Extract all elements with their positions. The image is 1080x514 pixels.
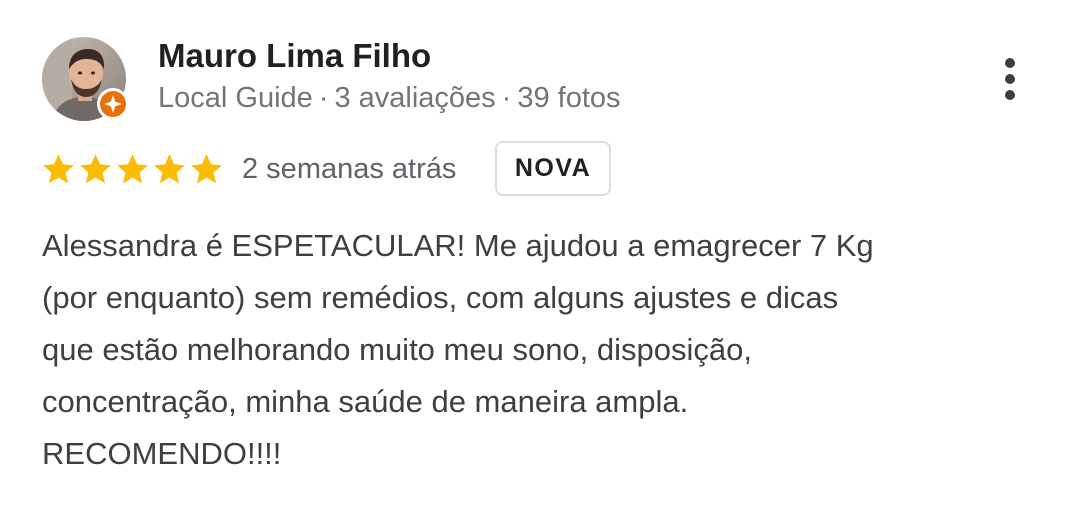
- more-vert-icon: [1005, 74, 1015, 84]
- more-options-button[interactable]: [990, 52, 1030, 106]
- star-icon: [117, 153, 148, 183]
- reviewer-level: Local Guide: [158, 82, 313, 114]
- review-text-line: RECOMENDO!!!!: [42, 436, 282, 471]
- star-icon: [80, 153, 111, 183]
- local-guide-badge-icon: [96, 87, 130, 121]
- meta-separator: ·: [501, 82, 512, 114]
- meta-separator: ·: [318, 82, 329, 114]
- review-text-line: que estão melhorando muito meu sono, dis…: [42, 332, 752, 367]
- star-icon: [43, 153, 74, 183]
- reviewer-meta: Local Guide · 3 avaliações · 39 fotos: [158, 80, 621, 116]
- review-text-line: Alessandra é ESPETACULAR! Me ajudou a em…: [42, 228, 874, 263]
- review-text: Alessandra é ESPETACULAR! Me ajudou a em…: [42, 220, 1042, 480]
- review-card: Mauro Lima Filho Local Guide · 3 avaliaçõe…: [0, 0, 1080, 514]
- reviewer-photo-count: 39 fotos: [517, 82, 621, 114]
- new-badge: NOVA: [495, 141, 611, 196]
- more-vert-icon: [1005, 58, 1015, 68]
- review-date: 2 semanas atrás: [242, 153, 457, 185]
- star-icon: [154, 153, 185, 183]
- star-icon: [191, 153, 222, 183]
- reviewer-name[interactable]: Mauro Lima Filho: [158, 36, 431, 76]
- review-text-line: (por enquanto) sem remédios, com alguns …: [42, 280, 839, 315]
- review-text-line: concentração, minha saúde de maneira amp…: [42, 384, 689, 419]
- avatar[interactable]: [42, 37, 129, 121]
- reviewer-review-count: 3 avaliações: [334, 82, 496, 114]
- more-vert-icon: [1005, 90, 1015, 100]
- star-rating: [40, 150, 225, 188]
